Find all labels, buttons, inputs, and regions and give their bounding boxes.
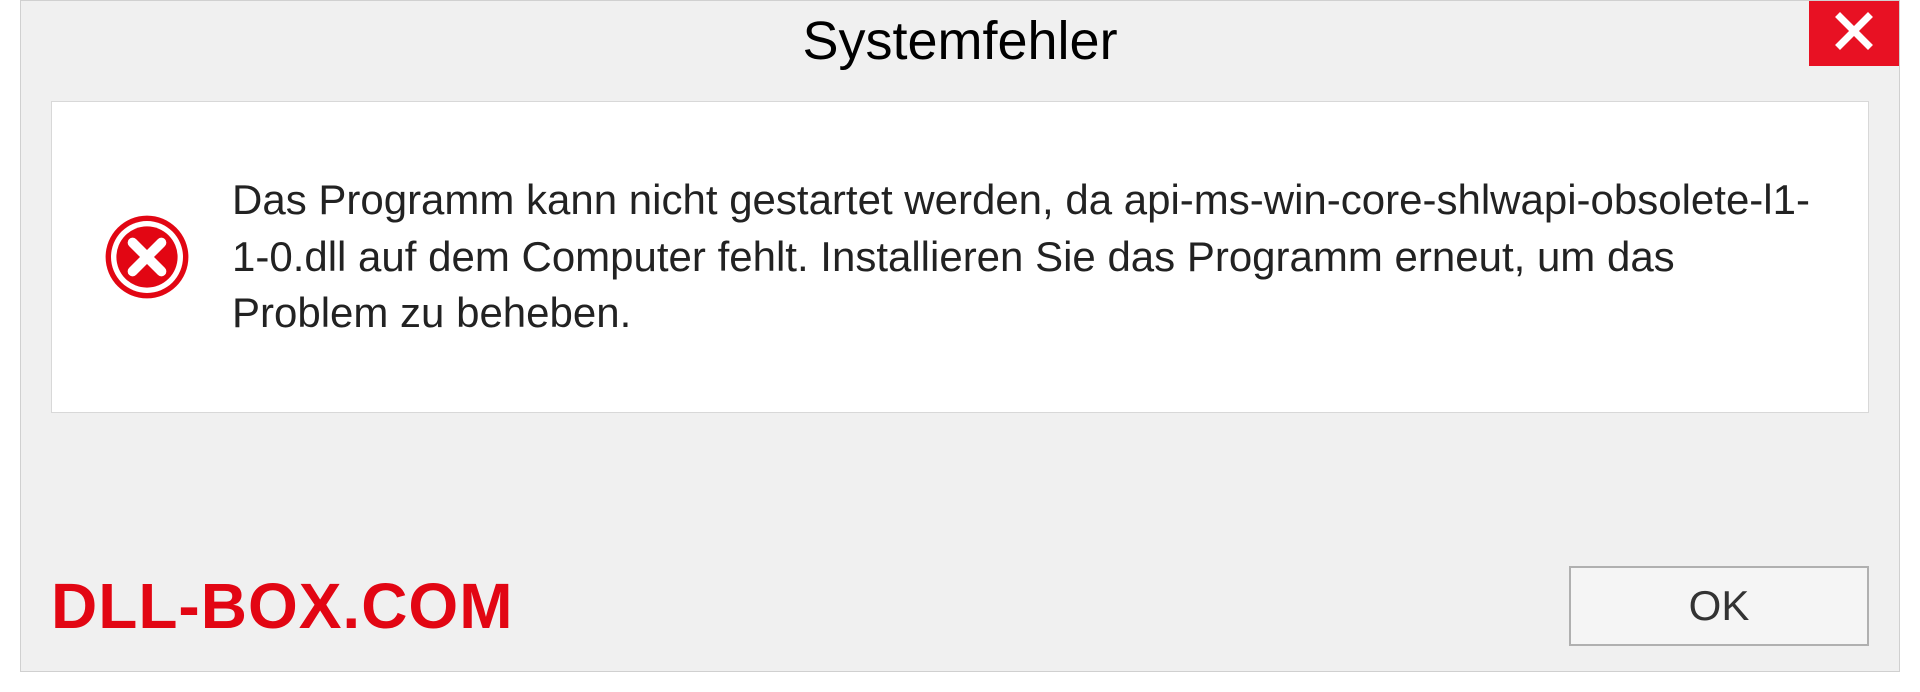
watermark-text: DLL-BOX.COM bbox=[51, 569, 514, 643]
close-icon bbox=[1834, 11, 1874, 56]
error-message: Das Programm kann nicht gestartet werden… bbox=[232, 172, 1818, 342]
close-button[interactable] bbox=[1809, 1, 1899, 66]
dialog-footer: DLL-BOX.COM OK bbox=[51, 566, 1869, 646]
error-icon bbox=[102, 212, 192, 302]
content-box: Das Programm kann nicht gestartet werden… bbox=[51, 101, 1869, 413]
dialog-title: Systemfehler bbox=[802, 10, 1117, 72]
ok-button-label: OK bbox=[1689, 582, 1750, 630]
ok-button[interactable]: OK bbox=[1569, 566, 1869, 646]
error-dialog: Systemfehler Das Programm kann nicht ges… bbox=[20, 0, 1900, 672]
titlebar: Systemfehler bbox=[21, 1, 1899, 81]
